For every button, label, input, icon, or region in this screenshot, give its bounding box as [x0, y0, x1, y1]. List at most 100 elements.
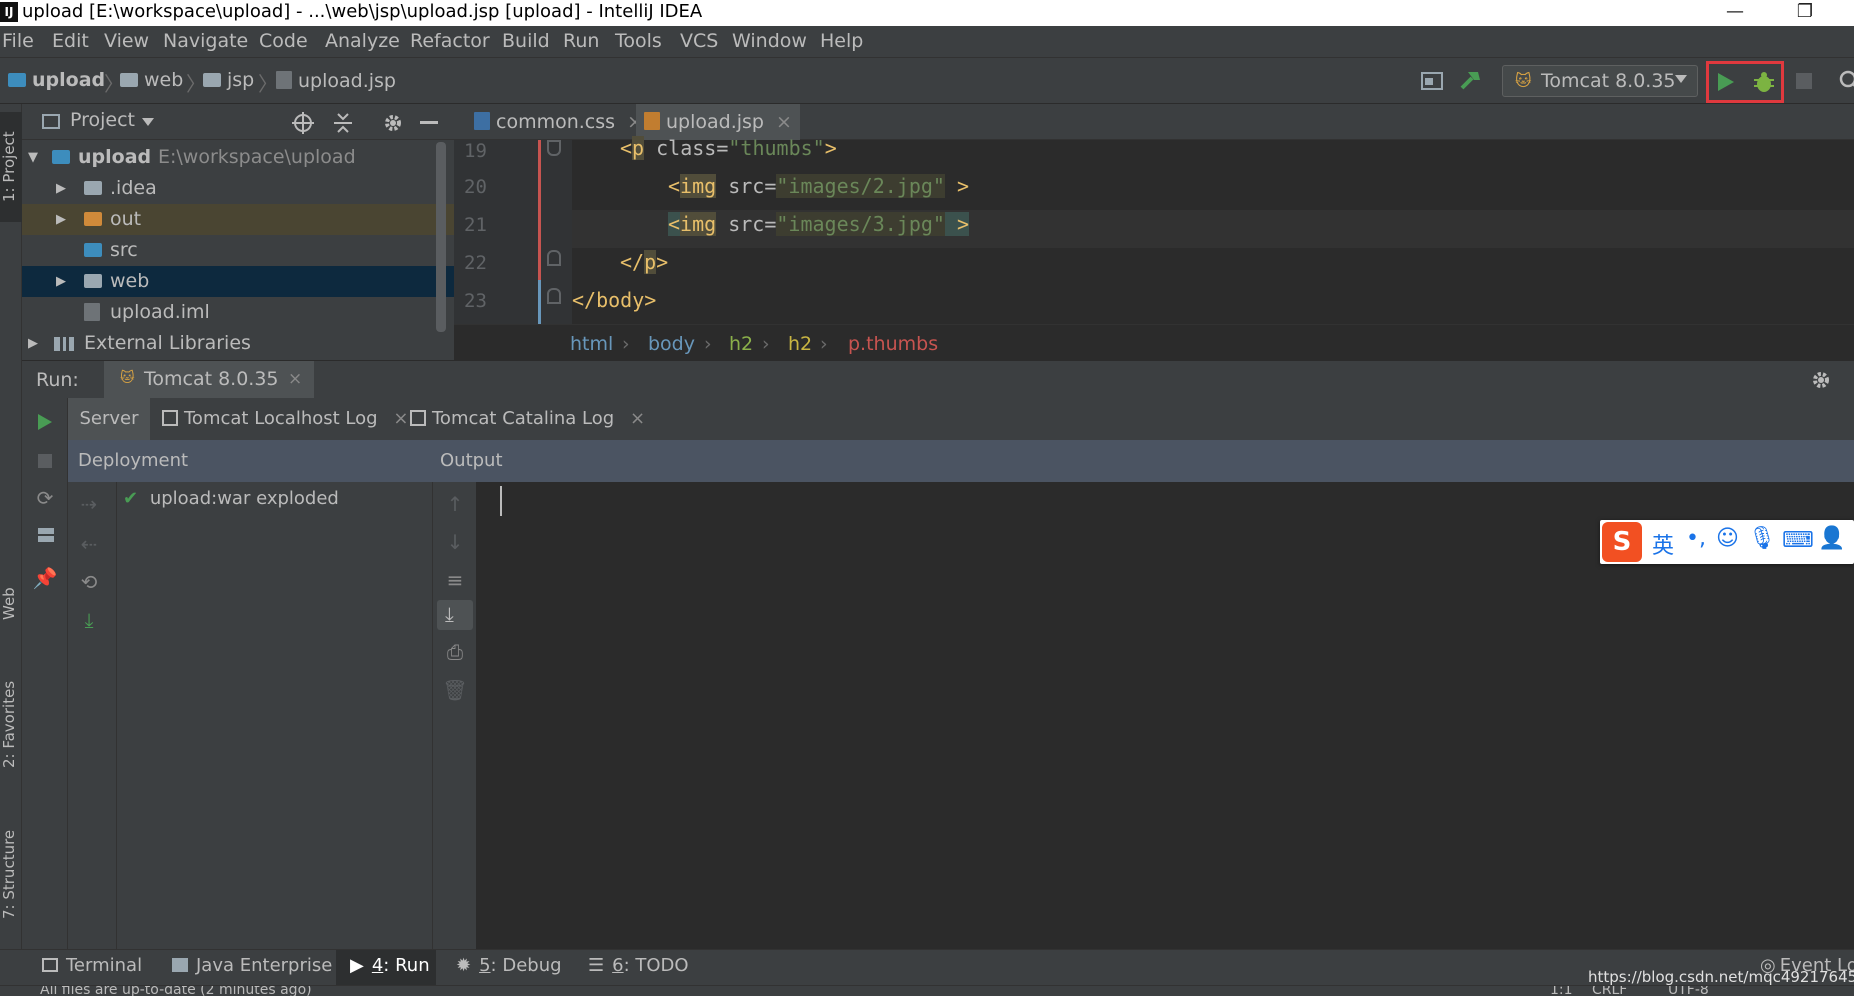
ime-language-toggle[interactable]: 英	[1652, 528, 1674, 560]
code-crumb-html[interactable]: html	[570, 333, 613, 355]
ime-emoji-icon[interactable]: ☺	[1716, 526, 1739, 551]
gear-icon[interactable]	[1810, 369, 1832, 391]
tab-run[interactable]: ▶ 4: Run	[350, 955, 430, 976]
menu-navigate[interactable]: Navigate	[163, 30, 248, 52]
caret-position[interactable]: 1:1	[1550, 986, 1573, 996]
ime-microphone-icon[interactable]: 🎙	[1748, 526, 1776, 551]
print-icon[interactable]: ⎙	[440, 640, 470, 664]
tab-upload-jsp[interactable]: upload.jsp ×	[636, 104, 800, 140]
ime-user-icon[interactable]: 👤	[1818, 526, 1845, 551]
tab-debug[interactable]: ✹ 5: Debug	[456, 955, 562, 976]
trash-icon[interactable]: 🗑	[440, 678, 470, 702]
menu-vcs[interactable]: VCS	[680, 30, 718, 52]
code-crumb-h2[interactable]: h2	[788, 333, 812, 355]
close-icon[interactable]: ×	[776, 111, 792, 133]
tab-tomcat-localhost-log[interactable]: Tomcat Localhost Log ×	[162, 398, 408, 440]
tab-web[interactable]: Web	[0, 564, 22, 644]
fold-icon[interactable]	[547, 250, 561, 266]
tab-tomcat-catalina-log[interactable]: Tomcat Catalina Log ×	[410, 398, 645, 440]
down-arrow-icon[interactable]: ↓	[440, 530, 470, 554]
tree-item-upload-iml[interactable]: upload.iml	[22, 297, 454, 328]
search-icon[interactable]	[1838, 69, 1854, 93]
undeploy-icon[interactable]: ⇠	[74, 532, 104, 556]
module-folder-icon	[52, 150, 70, 164]
tree-item-external-libraries[interactable]: ▶ External Libraries	[22, 328, 454, 359]
up-arrow-icon[interactable]: ↑	[440, 492, 470, 516]
breadcrumb-web[interactable]: web	[120, 69, 183, 91]
tab-common-css[interactable]: common.css ×	[466, 104, 643, 140]
menu-run[interactable]: Run	[563, 30, 599, 52]
menu-file[interactable]: File	[2, 30, 34, 52]
menu-tools[interactable]: Tools	[615, 30, 662, 52]
breadcrumb-jsp[interactable]: jsp	[203, 69, 254, 91]
debug-bug-icon[interactable]	[1752, 70, 1776, 94]
tab-terminal[interactable]: Terminal	[42, 955, 142, 976]
menu-analyze[interactable]: Analyze	[325, 30, 400, 52]
menu-edit[interactable]: Edit	[52, 30, 89, 52]
project-structure-icon[interactable]	[1420, 70, 1444, 92]
menu-code[interactable]: Code	[259, 30, 308, 52]
ime-punctuation-toggle[interactable]: •,	[1686, 526, 1706, 551]
collapse-all-icon[interactable]	[332, 112, 354, 134]
menu-window[interactable]: Window	[732, 30, 807, 52]
rerun-icon[interactable]	[36, 412, 54, 432]
pin-icon[interactable]: 📌	[30, 566, 60, 590]
tree-item-src[interactable]: src	[22, 235, 454, 266]
close-icon[interactable]: ×	[393, 408, 408, 429]
code-editor[interactable]: <p class="thumbs"> <img src="images/2.jp…	[572, 136, 1854, 324]
tab-project[interactable]: 1: Project	[0, 112, 22, 222]
tree-item-out[interactable]: ▶ out	[22, 204, 454, 235]
run-config-tab[interactable]: 🐱 Tomcat 8.0.35 ×	[104, 361, 314, 399]
tab-favorites[interactable]: 2: Favorites	[0, 664, 22, 784]
code-crumb-body[interactable]: body	[648, 333, 695, 355]
deployment-item[interactable]: ✔ upload:war exploded	[123, 488, 339, 509]
module-folder-icon	[8, 73, 26, 87]
fold-icon[interactable]	[547, 288, 561, 304]
tree-item-web[interactable]: ▶ web	[22, 266, 454, 297]
tomcat-icon: 🐱	[120, 370, 135, 386]
breadcrumb-upload[interactable]: upload	[8, 69, 105, 91]
update-icon[interactable]: ⟲	[74, 570, 104, 594]
deploy-all-icon[interactable]: ⤓	[74, 608, 104, 632]
chevron-down-icon[interactable]	[142, 118, 154, 126]
run-config-dropdown[interactable]: 🐱 Tomcat 8.0.35	[1502, 65, 1698, 97]
tab-todo[interactable]: ☰ 6: TODO	[588, 955, 689, 976]
tab-structure[interactable]: 7: Structure	[0, 804, 22, 944]
ime-logo[interactable]: S	[1602, 522, 1642, 562]
deploy-icon[interactable]: ⇢	[74, 492, 104, 516]
tree-item-upload[interactable]: ▼ upload E:\workspace\upload	[22, 142, 454, 173]
code-crumb-h2[interactable]: h2	[729, 333, 753, 355]
scroll-to-end-toggle[interactable]: ⤓	[437, 600, 473, 630]
build-hammer-icon[interactable]	[1458, 68, 1484, 94]
tree-item-idea[interactable]: ▶ .idea	[22, 173, 454, 204]
code-crumb-p-thumbs[interactable]: p.thumbs	[848, 333, 938, 355]
locate-icon[interactable]	[292, 112, 314, 134]
stop-icon[interactable]	[38, 454, 52, 468]
menu-refactor[interactable]: Refactor	[410, 30, 490, 52]
minimize-button[interactable]: —	[1712, 0, 1758, 26]
stop-icon[interactable]	[1796, 73, 1812, 89]
ime-keyboard-icon[interactable]: ⌨	[1782, 528, 1814, 553]
menu-view[interactable]: View	[104, 30, 149, 52]
layout-icon[interactable]	[38, 528, 54, 542]
menu-build[interactable]: Build	[502, 30, 550, 52]
refresh-icon[interactable]: ⟳	[30, 486, 60, 510]
hide-panel-icon[interactable]	[420, 121, 438, 124]
tab-java-enterprise[interactable]: Java Enterprise	[172, 955, 332, 976]
gear-icon[interactable]	[382, 112, 404, 134]
file-encoding[interactable]: UTF-8	[1668, 986, 1709, 996]
soft-wrap-icon[interactable]: ≡	[440, 568, 470, 592]
project-view-label[interactable]: Project	[70, 109, 135, 131]
run-icon[interactable]	[1714, 71, 1736, 93]
fold-icon[interactable]	[547, 140, 561, 156]
close-icon[interactable]: ×	[630, 408, 645, 429]
restore-button[interactable]: ❐	[1782, 0, 1828, 26]
code-string: "thumbs"	[728, 136, 825, 160]
breadcrumb-upload-jsp[interactable]: upload.jsp	[276, 69, 396, 92]
tab-server[interactable]: Server	[68, 398, 150, 440]
close-icon[interactable]: ×	[288, 369, 302, 389]
bottom-tab-label: : TODO	[623, 955, 689, 976]
project-scrollbar[interactable]	[436, 142, 446, 332]
line-separator[interactable]: CRLF	[1592, 986, 1627, 996]
menu-help[interactable]: Help	[820, 30, 863, 52]
